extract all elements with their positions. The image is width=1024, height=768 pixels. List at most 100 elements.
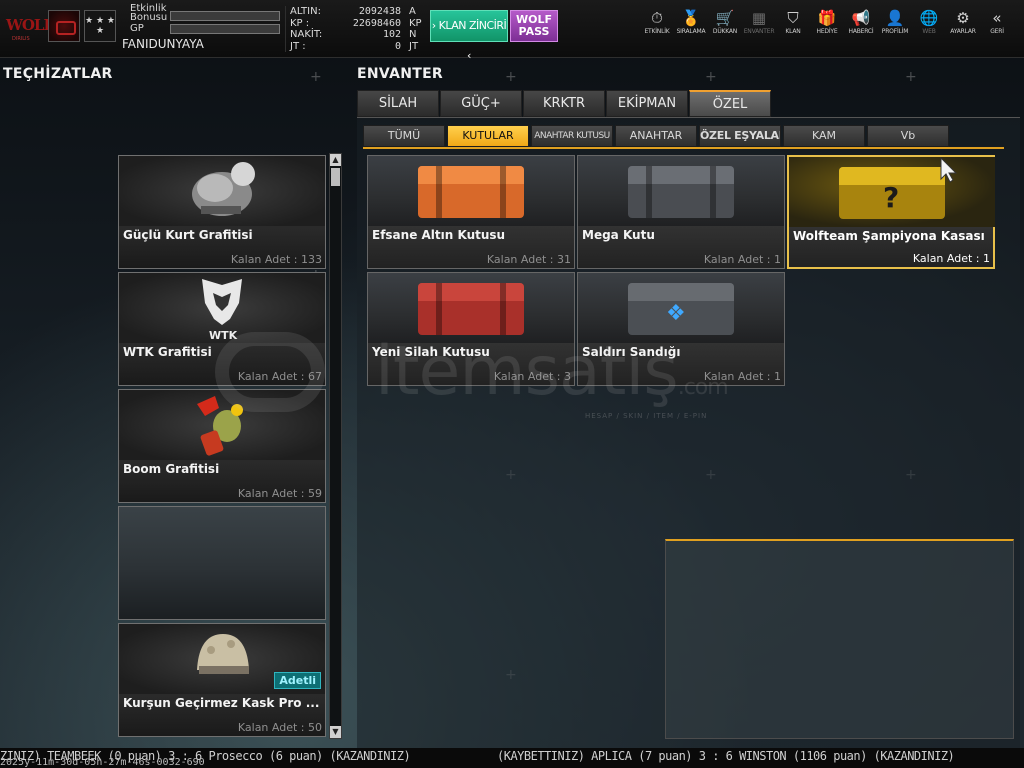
currency-row: KP : 22698460 KP	[286, 18, 423, 30]
nav-profile[interactable]: 👤 PROFİLİM	[878, 8, 912, 48]
equipment-name: Güçlü Kurt Grafitisi	[123, 228, 253, 242]
subtab-kam[interactable]: KAM	[783, 125, 865, 147]
subtab-ozel-esyalar[interactable]: ÖZEL EŞYALAR	[699, 125, 781, 147]
tab-krktr[interactable]: KRKTR	[523, 90, 605, 117]
orange-crate-icon	[368, 156, 574, 226]
subtab-anahtar[interactable]: ANAHTAR	[615, 125, 697, 147]
currency-unit: JT	[409, 40, 419, 52]
inventory-item[interactable]: Efsane Altın Kutusu Kalan Adet : 31	[367, 155, 575, 269]
nav-medal[interactable]: 🏅 SIRALAMA	[674, 8, 708, 48]
item-name: Yeni Silah Kutusu	[372, 345, 490, 359]
nav-label: ENVANTER	[743, 28, 775, 35]
inventory-item[interactable]: ❖ Saldırı Sandığı Kalan Adet : 1	[577, 272, 785, 386]
plus-marker: +	[310, 69, 322, 85]
nav-label: SIRALAMA	[676, 28, 706, 35]
currency-value: 22698460	[352, 17, 401, 29]
nav-label: ETKİNLİK	[644, 28, 670, 35]
rank-emblem[interactable]: ★ ★ ★ ★	[84, 10, 116, 42]
inventory-item-selected[interactable]: ? Wolfteam Şampiyona Kasası Kalan Adet :…	[787, 155, 995, 269]
tab-guc[interactable]: GÜÇ+	[440, 90, 522, 117]
equipment-count: Kalan Adet : 59	[237, 487, 322, 500]
match-result-ticker: ZINIZ) TEAMBEEK (0 puan) 3 : 6 Prosecco …	[0, 748, 1024, 768]
tab-ekipman[interactable]: EKİPMAN	[606, 90, 688, 117]
nav-globe[interactable]: 🌐 WEB	[912, 8, 946, 48]
nav-label: AYARLAR	[950, 28, 976, 35]
equipment-card[interactable]: Boom Grafitisi Kalan Adet : 59	[118, 389, 326, 503]
subtab-underline	[363, 147, 1004, 149]
nav-stopwatch[interactable]: ⏱ ETKİNLİK	[640, 8, 674, 48]
megaphone-icon: 📢	[851, 9, 871, 27]
wolf-pass-button[interactable]: WOLF PASS	[510, 10, 558, 42]
nav-label: PROFİLİM	[881, 28, 909, 35]
wtk-wolf-logo-icon: WTK	[119, 273, 325, 343]
nav-gear[interactable]: ⚙ AYARLAR	[946, 8, 980, 48]
shield-icon: ⛉	[787, 9, 799, 27]
etkinlik-progress-bar	[170, 11, 280, 21]
currency-value: 102	[382, 29, 401, 40]
currency-name: ALTIN:	[290, 6, 321, 17]
inventory-icon: ▦	[751, 9, 767, 27]
equipment-card[interactable]: WTK WTK Grafitisi Kalan Adet : 67	[118, 272, 326, 386]
nav-back[interactable]: «GERİ	[980, 8, 1014, 48]
assault-chest-icon: ❖	[578, 273, 784, 343]
boom-grenade-icon	[119, 390, 325, 460]
subtab-tumu[interactable]: TÜMÜ	[363, 125, 445, 147]
currency-row: ALTIN: 2092438 A	[286, 6, 423, 18]
currency-row: JT : 0 JT	[286, 41, 423, 53]
nav-megaphone[interactable]: 📢 HABERCİ	[844, 8, 878, 48]
globe-icon: 🌐	[919, 9, 939, 27]
crate-body: ❖	[628, 283, 734, 335]
tab-ozel[interactable]: ÖZEL	[689, 90, 771, 117]
crate-body: ?	[839, 167, 945, 219]
item-count: Kalan Adet : 3	[493, 370, 571, 383]
currency-name: NAKİT:	[290, 29, 323, 40]
wolf-head-glow-icon: ❖	[666, 301, 686, 326]
subtab-anahtar-kutusu[interactable]: ANAHTAR KUTUSU	[531, 125, 613, 147]
inventory-item[interactable]: Mega Kutu Kalan Adet : 1	[577, 155, 785, 269]
plus-marker: +	[505, 69, 517, 85]
logo-text: WOLF	[6, 16, 54, 34]
empty-equipment-slot[interactable]	[118, 506, 326, 620]
equipment-count: Kalan Adet : 67	[237, 370, 322, 383]
nav-label: KLAN	[785, 28, 801, 35]
nav-inventory[interactable]: ▦ ENVANTER	[742, 8, 776, 48]
nav-label: GERİ	[990, 28, 1004, 35]
timestamp: 2025y-11m-30d-05h-27m-46s-0032-690	[0, 757, 205, 768]
top-bar: WOLF DIRILIS ★ ★ ★ ★ Etkinlik Bonusu GP …	[0, 0, 1024, 62]
scroll-thumb[interactable]	[331, 168, 340, 186]
stopwatch-icon: ⏱	[651, 9, 663, 27]
equipment-count: Kalan Adet : 50	[237, 721, 322, 734]
equipment-card[interactable]: Adetli Kurşun Geçirmez Kask Pro ... Kala…	[118, 623, 326, 737]
cursor-icon	[940, 157, 958, 183]
subtab-kutular[interactable]: KUTULAR	[447, 125, 529, 147]
equipment-card[interactable]: Güçlü Kurt Grafitisi Kalan Adet : 133	[118, 155, 326, 269]
nav-shield[interactable]: ⛉ KLAN	[776, 8, 810, 48]
currency-name: JT :	[290, 40, 306, 52]
equipment-scrollbar[interactable]: ▲ ▼	[329, 153, 342, 739]
item-count: Kalan Adet : 31	[486, 253, 571, 266]
wolf-graffiti-icon	[119, 156, 325, 226]
clan-emblem[interactable]	[48, 10, 80, 42]
ticker-text-right: (KAYBETTINIZ) APLICA (7 puan) 3 : 6 WINS…	[497, 749, 955, 763]
nav-cart[interactable]: 🛒 DÜKKAN	[708, 8, 742, 48]
tab-silah[interactable]: SİLAH	[357, 90, 439, 117]
gift-icon: 🎁	[817, 9, 837, 27]
profile-icon: 👤	[885, 9, 905, 27]
scroll-up-arrow-icon[interactable]: ▲	[330, 154, 341, 166]
username: FANIDUNYAYA	[122, 37, 204, 51]
inventory-item[interactable]: Yeni Silah Kutusu Kalan Adet : 3	[367, 272, 575, 386]
question-mark-icon: ?	[883, 181, 900, 214]
crate-body	[418, 283, 524, 335]
steel-crate-icon	[578, 156, 784, 226]
subtab-vb[interactable]: Vb	[867, 125, 949, 147]
scroll-down-arrow-icon[interactable]: ▼	[330, 726, 341, 738]
svg-text:WTK: WTK	[209, 329, 238, 342]
nav-label: HEDİYE	[816, 28, 838, 35]
red-crate-icon	[368, 273, 574, 343]
nav-gift[interactable]: 🎁 HEDİYE	[810, 8, 844, 48]
logo-subtext: DIRILIS	[12, 36, 30, 42]
klan-zinciri-button[interactable]: › KLAN ZİNCİRİ ‹	[430, 10, 508, 62]
nav-label: WEB	[922, 28, 936, 35]
item-name: Wolfteam Şampiyona Kasası	[793, 229, 985, 243]
item-name: Saldırı Sandığı	[582, 345, 681, 359]
